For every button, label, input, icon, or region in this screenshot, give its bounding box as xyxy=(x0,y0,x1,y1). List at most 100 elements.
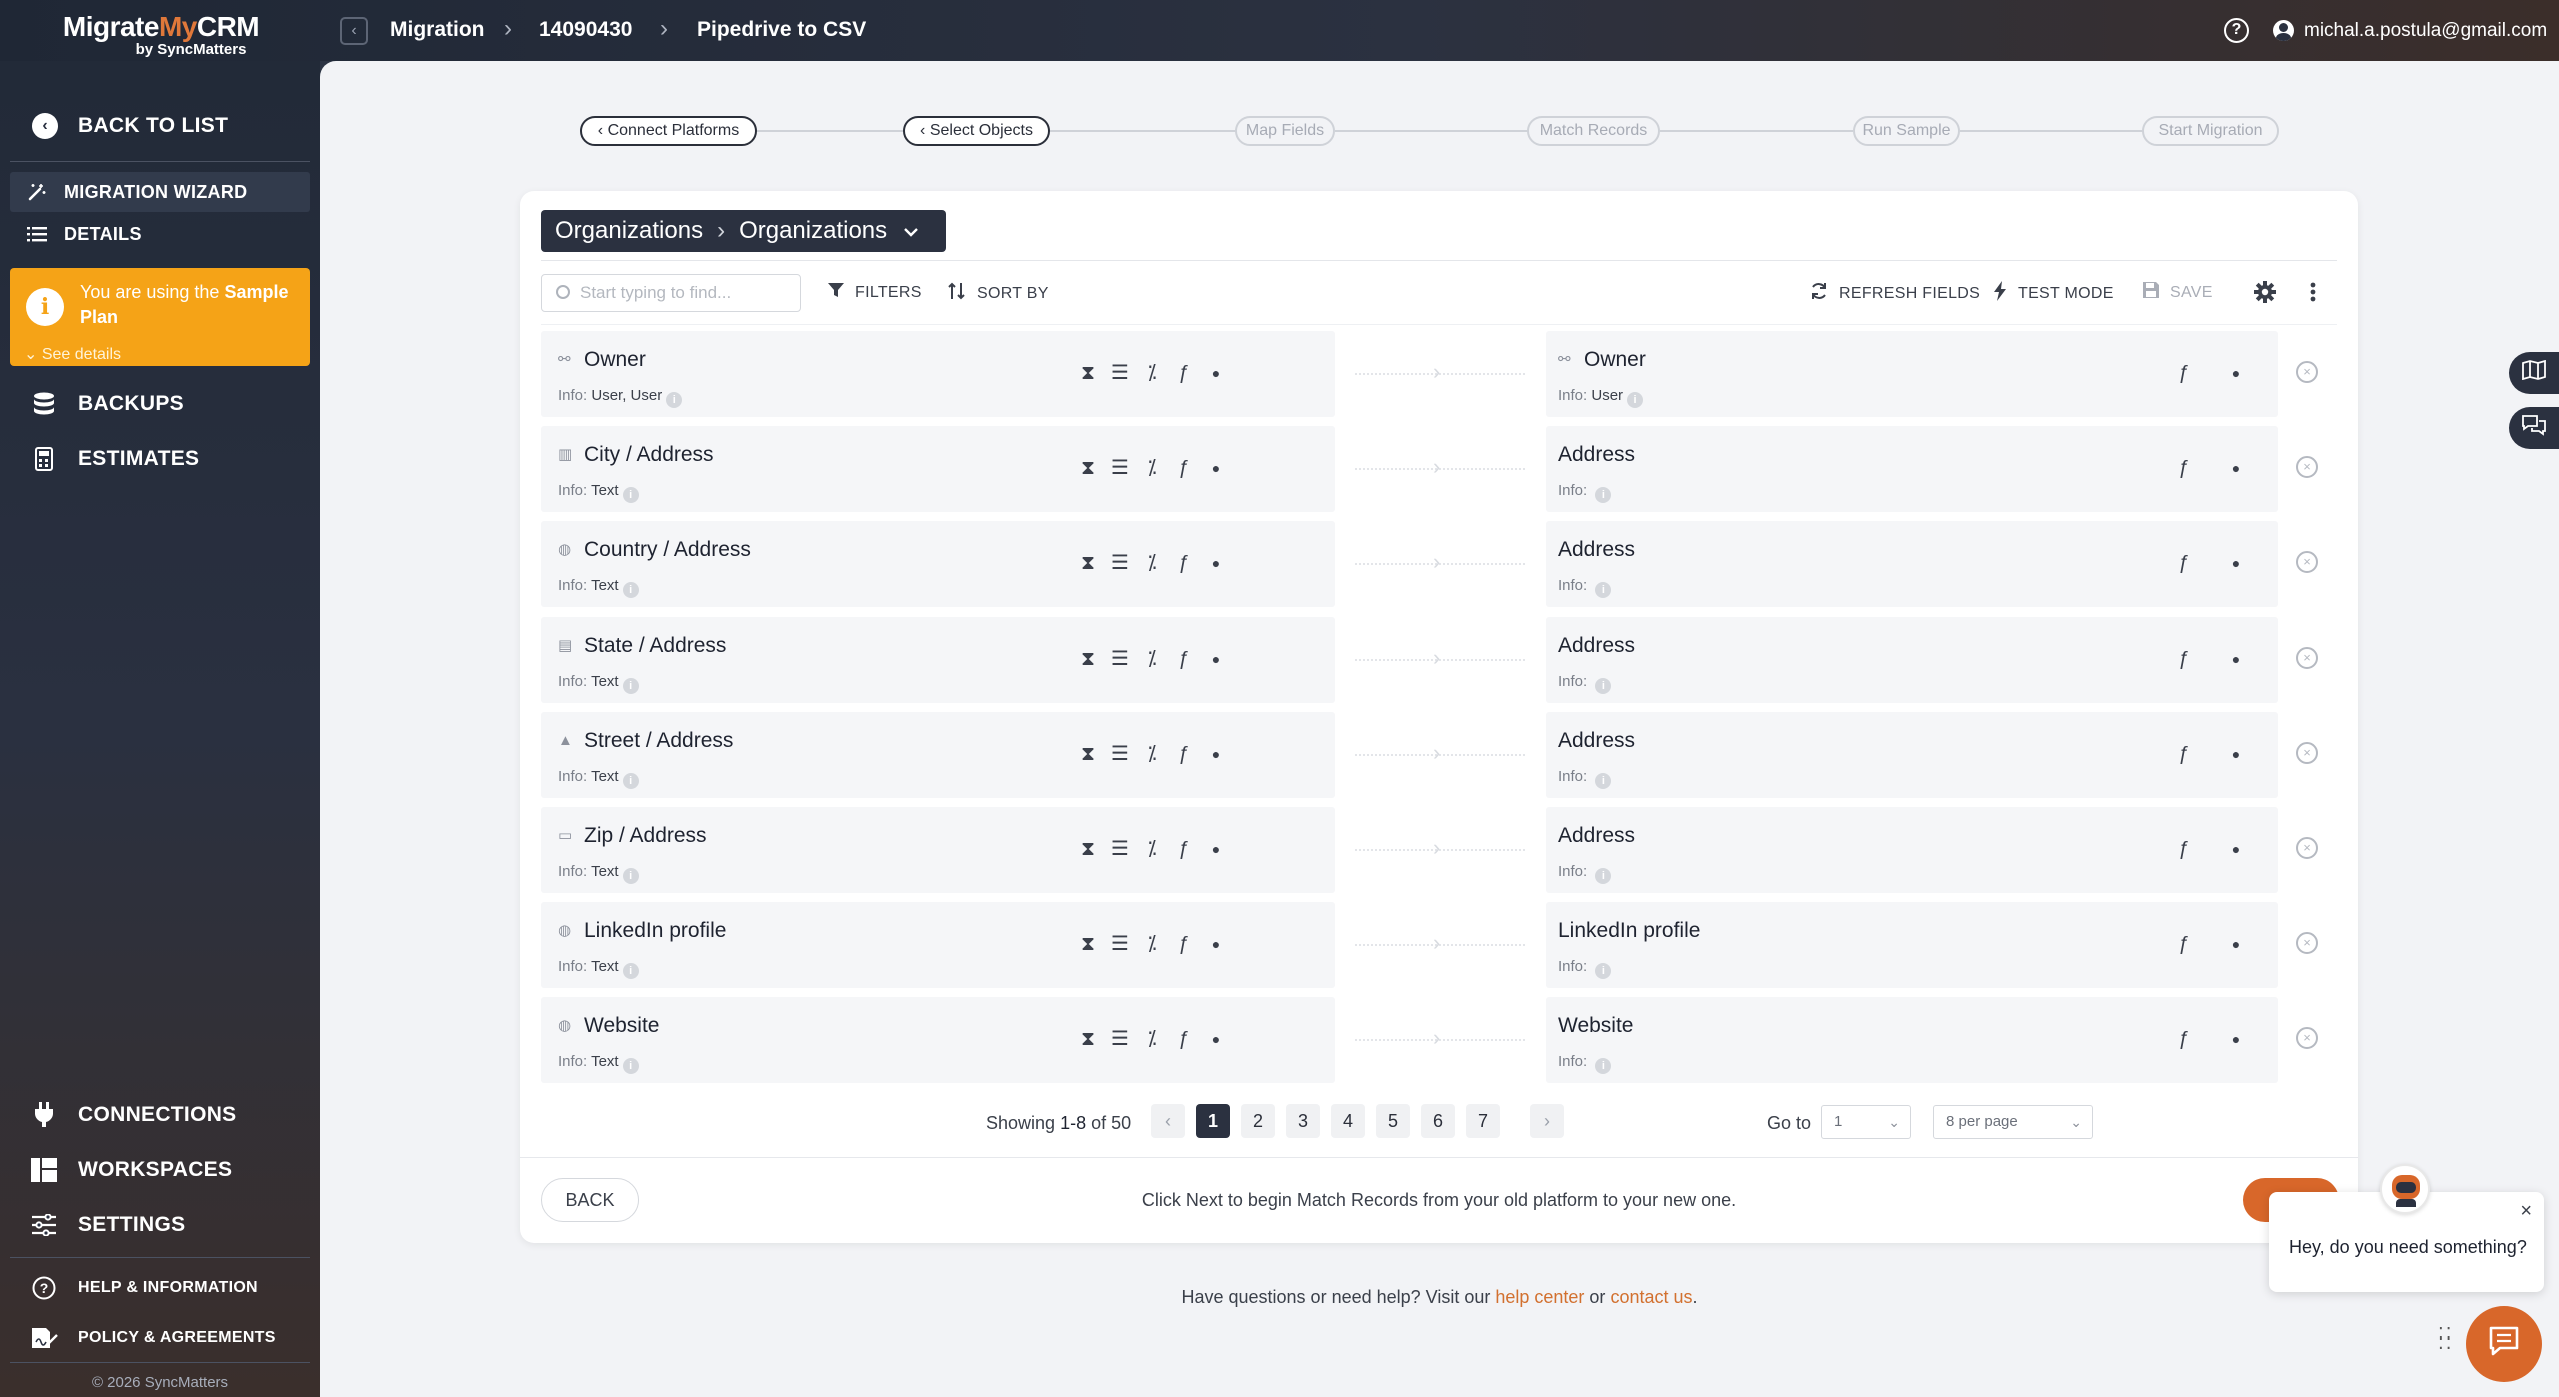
prev-page-button[interactable]: ‹ xyxy=(1151,1104,1185,1138)
feedback-tab[interactable] xyxy=(2509,407,2559,449)
page-button[interactable]: 2 xyxy=(1241,1104,1275,1138)
function-icon[interactable]: ƒ xyxy=(1170,835,1198,863)
info-icon[interactable]: i xyxy=(622,963,639,979)
sort-by-button[interactable]: SORT BY xyxy=(947,281,1049,306)
hourglass-icon[interactable]: ⧗ xyxy=(1074,454,1102,482)
list-icon[interactable]: ☰ xyxy=(1106,549,1134,577)
next-page-button[interactable]: › xyxy=(1530,1104,1564,1138)
function-icon[interactable]: ƒ xyxy=(1170,359,1198,387)
function-icon[interactable]: ƒ xyxy=(2170,645,2198,673)
page-button[interactable]: 7 xyxy=(1466,1104,1500,1138)
function-icon[interactable]: ƒ xyxy=(2170,1025,2198,1053)
breadcrumb-migration-id[interactable]: 14090430 xyxy=(539,18,632,42)
comment-icon[interactable]: ● xyxy=(1202,835,1230,863)
page-button[interactable]: 5 xyxy=(1376,1104,1410,1138)
function-icon[interactable]: ƒ xyxy=(1170,645,1198,673)
source-field-row[interactable]: ⚯ Owner Info: User, User i ⧗ ☰ ⁒ ƒ ● xyxy=(541,331,1335,417)
sidebar-item-policy[interactable]: POLICY & AGREEMENTS xyxy=(0,1321,320,1355)
comment-icon[interactable]: ● xyxy=(2222,454,2250,482)
info-icon[interactable]: i xyxy=(622,1058,639,1074)
comment-icon[interactable]: ● xyxy=(1202,359,1230,387)
search-input[interactable] xyxy=(580,281,790,305)
source-field-row[interactable]: ◍ Country / Address Info: Text i ⧗ ☰ ⁒ ƒ ● xyxy=(541,521,1335,607)
info-icon[interactable]: i xyxy=(666,392,683,408)
comment-icon[interactable]: ● xyxy=(2222,740,2250,768)
hourglass-icon[interactable]: ⧗ xyxy=(1074,549,1102,577)
sample-plan-notice[interactable]: i You are using the Sample Plan ⌄ See de… xyxy=(10,268,310,366)
hourglass-icon[interactable]: ⧗ xyxy=(1074,359,1102,387)
step-connect-platforms[interactable]: ‹ Connect Platforms xyxy=(580,116,757,146)
target-field-row[interactable]: Address Info: i ƒ ● xyxy=(1546,617,2278,703)
info-icon[interactable]: i xyxy=(1595,1058,1612,1074)
list-icon[interactable]: ☰ xyxy=(1106,740,1134,768)
info-icon[interactable]: i xyxy=(622,773,639,789)
test-mode-button[interactable]: TEST MODE xyxy=(1992,281,2114,306)
function-icon[interactable]: ƒ xyxy=(2170,740,2198,768)
more-vertical-icon[interactable] xyxy=(2310,281,2316,303)
field-search[interactable] xyxy=(541,274,801,312)
list-icon[interactable]: ☰ xyxy=(1106,835,1134,863)
source-field-row[interactable]: ▤ State / Address Info: Text i ⧗ ☰ ⁒ ƒ ● xyxy=(541,617,1335,703)
sidebar-item-settings[interactable]: SETTINGS xyxy=(0,1208,320,1242)
info-icon[interactable]: i xyxy=(1595,773,1612,789)
gear-icon[interactable] xyxy=(2254,281,2276,303)
remove-mapping-icon[interactable]: × xyxy=(2296,647,2318,669)
function-icon[interactable]: ƒ xyxy=(2170,930,2198,958)
comment-icon[interactable]: ● xyxy=(1202,930,1230,958)
target-field-row[interactable]: Address Info: i ƒ ● xyxy=(1546,712,2278,798)
hourglass-icon[interactable]: ⧗ xyxy=(1074,835,1102,863)
target-field-row[interactable]: LinkedIn profile Info: i ƒ ● xyxy=(1546,902,2278,988)
contact-us-link[interactable]: contact us xyxy=(1610,1287,1692,1307)
info-icon[interactable]: i xyxy=(622,582,639,598)
logo[interactable]: MigrateMyCRM by SyncMatters xyxy=(56,12,266,58)
user-icon[interactable] xyxy=(2273,20,2294,41)
comment-icon[interactable]: ● xyxy=(2222,549,2250,577)
source-field-row[interactable]: ◍ Website Info: Text i ⧗ ☰ ⁒ ƒ ● xyxy=(541,997,1335,1083)
function-icon[interactable]: ƒ xyxy=(1170,930,1198,958)
save-button[interactable]: SAVE xyxy=(2142,281,2213,304)
page-button[interactable]: 1 xyxy=(1196,1104,1230,1138)
function-icon[interactable]: ƒ xyxy=(1170,549,1198,577)
list-icon[interactable]: ☰ xyxy=(1106,1025,1134,1053)
remove-mapping-icon[interactable]: × xyxy=(2296,742,2318,764)
page-button[interactable]: 6 xyxy=(1421,1104,1455,1138)
info-icon[interactable]: i xyxy=(1595,868,1612,884)
page-button[interactable]: 4 xyxy=(1331,1104,1365,1138)
info-icon[interactable]: i xyxy=(1595,963,1612,979)
per-page-select[interactable]: 8 per page ⌄ xyxy=(1933,1105,2093,1139)
list-icon[interactable]: ☰ xyxy=(1106,645,1134,673)
sidebar-item-backups[interactable]: BACKUPS xyxy=(0,387,320,421)
info-icon[interactable]: i xyxy=(622,868,639,884)
sidebar-item-connections[interactable]: CONNECTIONS xyxy=(0,1098,320,1132)
back-to-list-button[interactable]: ‹ BACK TO LIST xyxy=(0,111,320,141)
help-icon[interactable]: ? xyxy=(2224,18,2249,43)
refresh-fields-button[interactable]: REFRESH FIELDS xyxy=(1809,281,1980,306)
close-icon[interactable]: × xyxy=(2520,1200,2532,1223)
go-to-page-select[interactable]: 1 ⌄ xyxy=(1821,1105,1911,1139)
info-icon[interactable]: i xyxy=(1627,392,1644,408)
list-icon[interactable]: ☰ xyxy=(1106,930,1134,958)
percent-icon[interactable]: ⁒ xyxy=(1138,930,1166,958)
source-field-row[interactable]: ▲ Street / Address Info: Text i ⧗ ☰ ⁒ ƒ ● xyxy=(541,712,1335,798)
info-icon[interactable]: i xyxy=(622,678,639,694)
source-field-row[interactable]: ▥ City / Address Info: Text i ⧗ ☰ ⁒ ƒ ● xyxy=(541,426,1335,512)
guide-map-tab[interactable] xyxy=(2509,352,2559,394)
comment-icon[interactable]: ● xyxy=(2222,359,2250,387)
hourglass-icon[interactable]: ⧗ xyxy=(1074,930,1102,958)
comment-icon[interactable]: ● xyxy=(1202,645,1230,673)
percent-icon[interactable]: ⁒ xyxy=(1138,549,1166,577)
sidebar-item-details[interactable]: DETAILS xyxy=(10,217,310,251)
function-icon[interactable]: ƒ xyxy=(1170,454,1198,482)
remove-mapping-icon[interactable]: × xyxy=(2296,361,2318,383)
function-icon[interactable]: ƒ xyxy=(2170,454,2198,482)
percent-icon[interactable]: ⁒ xyxy=(1138,835,1166,863)
list-icon[interactable]: ☰ xyxy=(1106,454,1134,482)
sidebar-item-workspaces[interactable]: WORKSPACES xyxy=(0,1153,320,1187)
target-field-row[interactable]: Website Info: i ƒ ● xyxy=(1546,997,2278,1083)
list-icon[interactable]: ☰ xyxy=(1106,359,1134,387)
remove-mapping-icon[interactable]: × xyxy=(2296,1027,2318,1049)
comment-icon[interactable]: ● xyxy=(1202,454,1230,482)
help-center-link[interactable]: help center xyxy=(1495,1287,1584,1307)
function-icon[interactable]: ƒ xyxy=(2170,835,2198,863)
comment-icon[interactable]: ● xyxy=(1202,1025,1230,1053)
